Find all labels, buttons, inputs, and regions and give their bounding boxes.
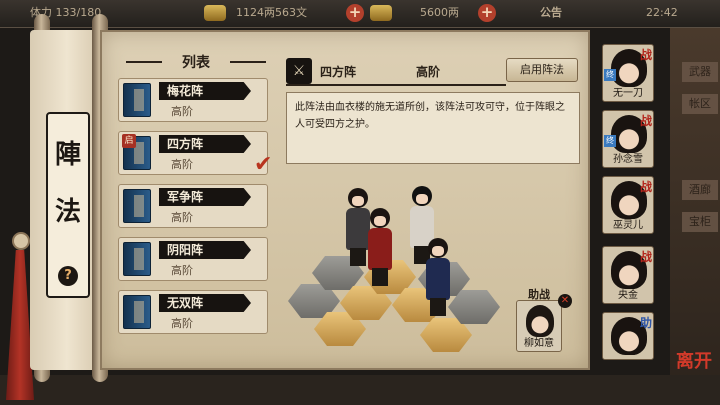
enable-formation-button[interactable]: 启用阵法	[506, 58, 578, 82]
formation-level: 高阶	[171, 264, 193, 277]
remove-assist-icon[interactable]: ✕	[558, 294, 572, 308]
formation-level: 高阶	[171, 211, 193, 224]
hero-name: 央金	[618, 290, 638, 301]
formation-level: 高阶	[171, 317, 193, 330]
help-icon[interactable]: ?	[58, 266, 78, 286]
book-icon	[123, 189, 151, 223]
gold-readout: 5600两	[420, 6, 459, 19]
side-button[interactable]: 武器	[682, 62, 718, 82]
hero-mark: 终	[604, 135, 616, 147]
roster-hero-card[interactable]: 助	[602, 312, 654, 360]
enabled-tag: 启	[122, 134, 136, 148]
battle-badge: 战	[639, 180, 652, 194]
hero-name: 巫灵儿	[613, 220, 643, 231]
formation-title-panel: 陣 法 ?	[46, 112, 90, 298]
detail-header: ⚔ 四方阵 高阶	[286, 56, 506, 86]
hero-name: 孙念雪	[613, 154, 643, 165]
add-silver-button[interactable]: +	[346, 4, 364, 22]
formation-name: 梅花阵	[159, 82, 251, 100]
assist-hero-card[interactable]: 柳如意	[516, 300, 562, 352]
clock: 22:42	[646, 6, 678, 19]
formation-item[interactable]: 无双阵 高阶	[118, 290, 268, 334]
formation-level: 高阶	[171, 105, 193, 118]
hero-figure[interactable]	[366, 208, 392, 288]
silver-icon	[204, 5, 226, 21]
book-icon	[123, 295, 151, 329]
formation-item-selected[interactable]: 启 四方阵 高阶	[118, 131, 268, 175]
formation-icon: ⚔	[286, 58, 312, 84]
formation-name: 无双阵	[159, 294, 251, 312]
add-gold-button[interactable]: +	[478, 4, 496, 22]
battle-badge: 战	[639, 48, 652, 62]
assist-badge: 助	[639, 316, 652, 330]
formation-name: 四方阵	[159, 135, 251, 153]
side-button[interactable]: 宝柜	[682, 212, 718, 232]
title-char: 陣	[54, 140, 81, 170]
formation-item[interactable]: 军争阵 高阶	[118, 184, 268, 228]
formation-item[interactable]: 阴阳阵 高阶	[118, 237, 268, 281]
formation-level: 高阶	[171, 158, 193, 171]
title-char: 法	[54, 197, 81, 227]
hero-mark: 终	[604, 69, 616, 81]
formation-name: 军争阵	[159, 188, 251, 206]
knot-decoration	[12, 232, 30, 250]
formation-description: 此阵法由血衣楼的施无道所创，该阵法可攻可守，位于阵眼之人可受四方之护。	[286, 92, 580, 164]
battle-badge: 战	[639, 114, 652, 128]
assist-hero-name: 柳如意	[524, 338, 554, 349]
roster-hero-card[interactable]: 战 巫灵儿	[602, 176, 654, 234]
checkmark-icon: ✔	[254, 152, 273, 177]
detail-name: 四方阵	[320, 65, 357, 79]
book-icon	[123, 242, 151, 276]
roster-hero-card[interactable]: 战 终 无一刀	[602, 44, 654, 102]
status-bar: 体力 133/180 1124两563文 + 5600两 + 公告 22:42	[0, 0, 720, 28]
roster-hero-card[interactable]: 战 央金	[602, 246, 654, 304]
formation-item[interactable]: 梅花阵 高阶	[118, 78, 268, 122]
leave-button[interactable]: 离开	[674, 352, 714, 396]
notice-button[interactable]: 公告	[540, 4, 562, 22]
formation-name: 阴阳阵	[159, 241, 251, 259]
silver-readout: 1124两563文	[236, 6, 307, 19]
background-scene: 武器 帐区 酒廊 宝柜	[670, 28, 720, 405]
list-header: 列表	[126, 52, 266, 72]
bottom-menu-bar	[0, 375, 720, 405]
side-button[interactable]: 酒廊	[682, 180, 718, 200]
roster-hero-card[interactable]: 战 终 孙念雪	[602, 110, 654, 168]
hero-figure[interactable]	[424, 238, 450, 318]
side-button[interactable]: 帐区	[682, 94, 718, 114]
book-icon	[123, 83, 151, 117]
hero-portrait	[526, 305, 554, 337]
gold-icon	[370, 5, 392, 21]
hero-name: 无一刀	[613, 88, 643, 99]
battle-badge: 战	[639, 250, 652, 264]
detail-level: 高阶	[416, 65, 441, 79]
